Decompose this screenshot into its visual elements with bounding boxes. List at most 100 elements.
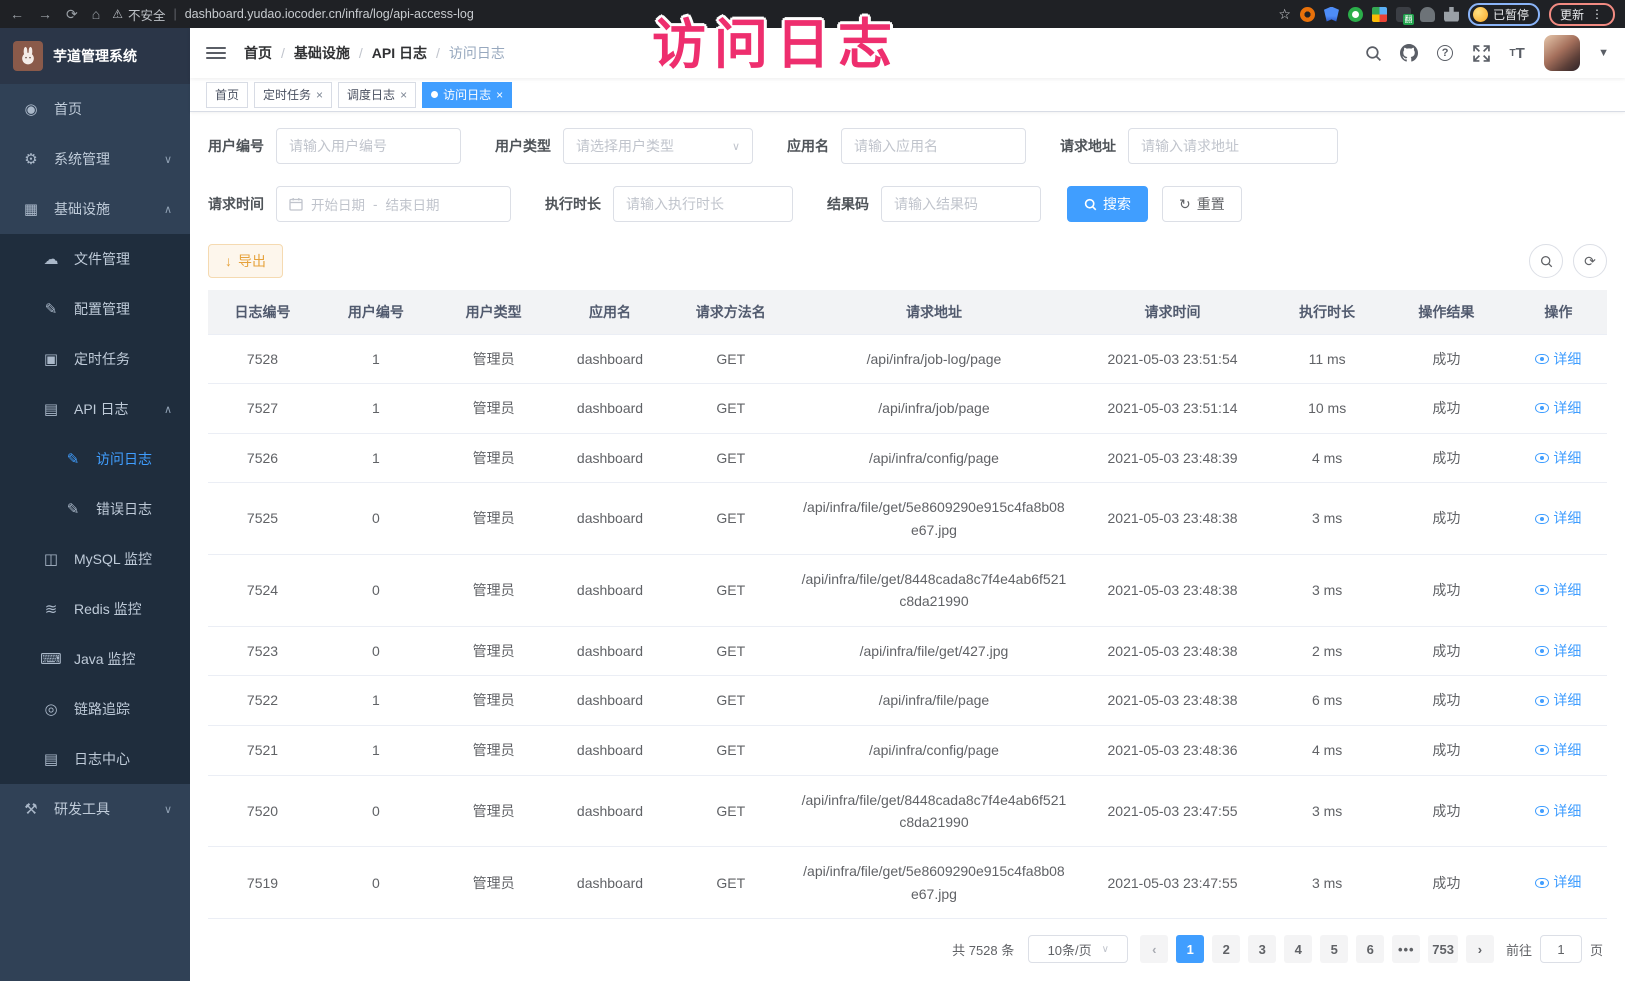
table-header-row: 日志编号用户编号用户类型应用名请求方法名请求地址请求时间执行时长操作结果操作 — [208, 290, 1607, 334]
detail-link[interactable]: 详细 — [1535, 871, 1581, 893]
page-size-select[interactable]: 10条/页 ∨ — [1028, 935, 1128, 963]
cell-id: 7520 — [208, 775, 317, 847]
detail-link[interactable]: 详细 — [1535, 348, 1581, 370]
close-icon[interactable]: × — [316, 88, 323, 102]
user-id-input[interactable] — [276, 128, 461, 164]
cell-actions: 详细 — [1510, 384, 1607, 434]
detail-link[interactable]: 详细 — [1535, 689, 1581, 711]
cell-user_type: 管理员 — [435, 676, 553, 726]
sidebar-item-error-log[interactable]: ✎错误日志 — [0, 484, 190, 534]
bookmark-star-icon[interactable]: ☆ — [1278, 6, 1291, 23]
result-code-input[interactable] — [881, 186, 1041, 222]
sidebar-item-trace[interactable]: ◎链路追踪 — [0, 684, 190, 734]
app-logo[interactable]: 芋道管理系统 — [0, 28, 190, 84]
app-name-input[interactable] — [841, 128, 1026, 164]
extension-translate-icon[interactable] — [1396, 7, 1411, 22]
page-button-2[interactable]: 2 — [1212, 935, 1240, 963]
hamburger-icon[interactable] — [206, 43, 226, 63]
request-url-input[interactable] — [1128, 128, 1338, 164]
sidebar: 芋道管理系统 ◉首页⚙系统管理∨▦基础设施∧☁文件管理✎配置管理▣定时任务▤AP… — [0, 28, 190, 981]
detail-link[interactable]: 详细 — [1535, 507, 1581, 529]
sidebar-item-redis-monitor[interactable]: ≋Redis 监控 — [0, 584, 190, 634]
duration-input[interactable] — [613, 186, 793, 222]
browser-home-icon[interactable]: ⌂ — [92, 6, 100, 23]
font-size-icon[interactable]: TT — [1508, 44, 1526, 62]
help-icon[interactable]: ? — [1436, 44, 1454, 62]
fullscreen-icon[interactable] — [1472, 44, 1490, 62]
reset-button[interactable]: ↻ 重置 — [1162, 186, 1242, 222]
security-warning[interactable]: ⚠ 不安全 — [112, 5, 165, 24]
sidebar-item-access-log[interactable]: ✎访问日志 — [0, 434, 190, 484]
detail-link[interactable]: 详细 — [1535, 397, 1581, 419]
tab-调度日志[interactable]: 调度日志× — [338, 82, 416, 108]
detail-link[interactable]: 详细 — [1535, 447, 1581, 469]
detail-link[interactable]: 详细 — [1535, 640, 1581, 662]
extension-shield-icon[interactable] — [1324, 7, 1339, 22]
extension-grid-icon[interactable] — [1372, 7, 1387, 22]
sidebar-item-config-management[interactable]: ✎配置管理 — [0, 284, 190, 334]
sidebar-item-label: Redis 监控 — [74, 599, 142, 619]
page-button-4[interactable]: 4 — [1284, 935, 1312, 963]
tab-访问日志[interactable]: 访问日志× — [422, 82, 512, 108]
user-avatar[interactable] — [1544, 35, 1580, 71]
toggle-search-button[interactable] — [1529, 244, 1563, 278]
sidebar-item-infrastructure[interactable]: ▦基础设施∧ — [0, 184, 190, 234]
browser-forward-icon[interactable]: → — [38, 6, 52, 23]
goto-page-input[interactable] — [1540, 935, 1582, 963]
user-type-placeholder: 请选择用户类型 — [576, 136, 674, 156]
more-pages-button[interactable]: ••• — [1392, 935, 1420, 963]
cell-actions: 详细 — [1510, 334, 1607, 384]
close-icon[interactable]: × — [400, 88, 407, 102]
tab-首页[interactable]: 首页 — [206, 82, 248, 108]
page-button-5[interactable]: 5 — [1320, 935, 1348, 963]
page-button-6[interactable]: 6 — [1356, 935, 1384, 963]
detail-link-label: 详细 — [1553, 689, 1581, 711]
chevron-down-icon[interactable]: ▼ — [1598, 47, 1609, 59]
request-time-range-picker[interactable]: 开始日期 - 结束日期 — [276, 186, 511, 222]
cell-user_id: 1 — [317, 384, 435, 434]
address-bar[interactable]: ⚠ 不安全 | dashboard.yudao.iocoder.cn/infra… — [112, 5, 1266, 24]
sidebar-item-dev-tools[interactable]: ⚒研发工具∨ — [0, 784, 190, 834]
user-type-select[interactable]: 请选择用户类型 ∨ — [563, 128, 753, 164]
browser-reload-icon[interactable]: ⟳ — [66, 6, 78, 23]
search-icon[interactable] — [1364, 44, 1382, 62]
breadcrumb-item[interactable]: API 日志 — [372, 43, 427, 63]
browser-menu-icon[interactable]: ⋮ — [1591, 7, 1604, 21]
next-page-button[interactable]: › — [1466, 935, 1494, 963]
sidebar-item-file-management[interactable]: ☁文件管理 — [0, 234, 190, 284]
breadcrumb-item[interactable]: 基础设施 — [294, 43, 350, 63]
sidebar-item-scheduled-tasks[interactable]: ▣定时任务 — [0, 334, 190, 384]
sidebar-item-api-log[interactable]: ▤API 日志∧ — [0, 384, 190, 434]
sidebar-item-label: 错误日志 — [96, 499, 152, 519]
extension-orange-icon[interactable] — [1300, 7, 1315, 22]
export-button[interactable]: ↓ 导出 — [208, 244, 283, 278]
sidebar-item-home[interactable]: ◉首页 — [0, 84, 190, 134]
sidebar-item-system-management[interactable]: ⚙系统管理∨ — [0, 134, 190, 184]
sidebar-item-log-center[interactable]: ▤日志中心 — [0, 734, 190, 784]
extensions-puzzle-icon[interactable] — [1444, 7, 1459, 22]
github-icon[interactable] — [1400, 44, 1418, 62]
extension-green-icon[interactable] — [1348, 7, 1363, 22]
browser-back-icon[interactable]: ← — [10, 6, 24, 23]
sidebar-item-mysql-monitor[interactable]: ◫MySQL 监控 — [0, 534, 190, 584]
page-button-1[interactable]: 1 — [1176, 935, 1204, 963]
close-icon[interactable]: × — [496, 88, 503, 102]
table-row: 75230管理员dashboardGET/api/infra/file/get/… — [208, 626, 1607, 676]
detail-link[interactable]: 详细 — [1535, 579, 1581, 601]
browser-update-button[interactable]: 更新 ⋮ — [1549, 3, 1615, 26]
page-button-753[interactable]: 753 — [1428, 935, 1458, 963]
refresh-table-button[interactable]: ⟳ — [1573, 244, 1607, 278]
search-button[interactable]: 搜索 — [1067, 186, 1148, 222]
detail-link[interactable]: 详细 — [1535, 800, 1581, 822]
detail-link[interactable]: 详细 — [1535, 739, 1581, 761]
extension-ghost-icon[interactable] — [1420, 7, 1435, 22]
page-button-3[interactable]: 3 — [1248, 935, 1276, 963]
profile-paused-chip[interactable]: 已暂停 — [1468, 3, 1540, 26]
cell-result: 成功 — [1383, 725, 1510, 775]
sidebar-item-java-monitor[interactable]: ⌨Java 监控 — [0, 634, 190, 684]
tab-定时任务[interactable]: 定时任务× — [254, 82, 332, 108]
column-header: 应用名 — [553, 290, 668, 334]
cell-url: /api/infra/file/get/8448cada8c7f4e4ab6f5… — [794, 555, 1074, 627]
prev-page-button[interactable]: ‹ — [1140, 935, 1168, 963]
breadcrumb-item[interactable]: 首页 — [244, 43, 272, 63]
